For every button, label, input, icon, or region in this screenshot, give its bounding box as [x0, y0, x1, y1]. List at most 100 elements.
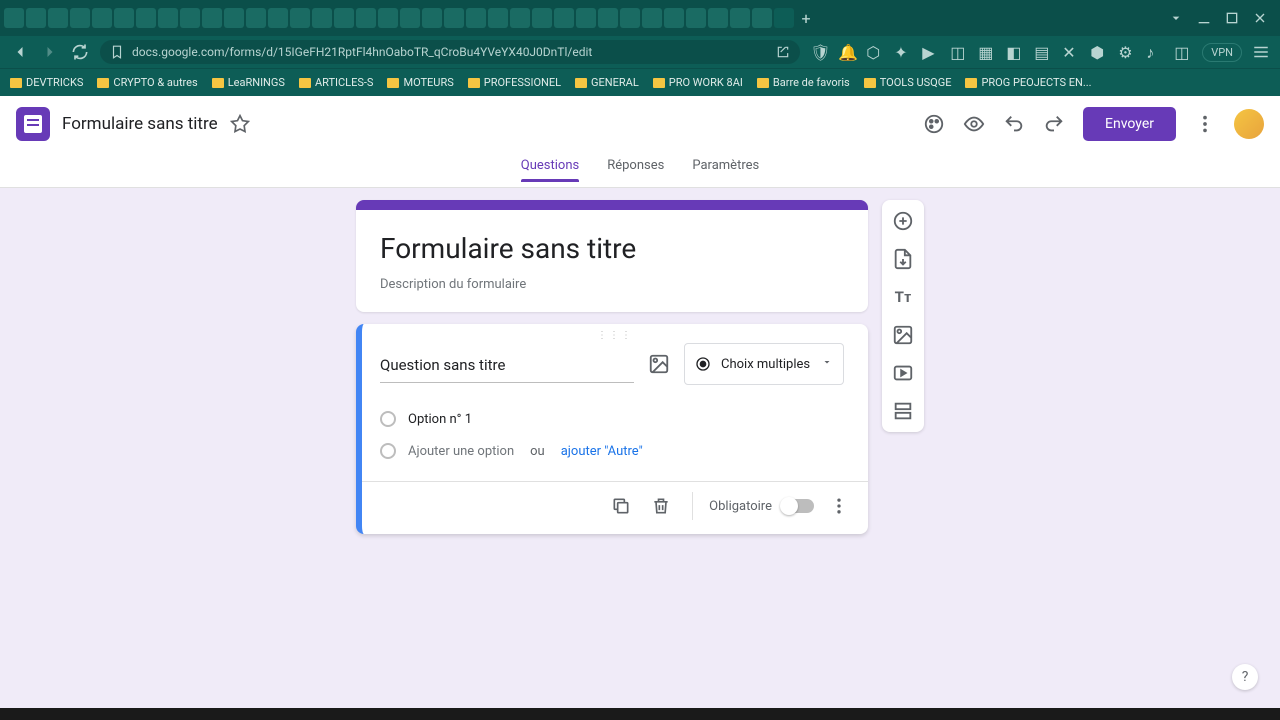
- share-icon[interactable]: [776, 45, 790, 59]
- browser-tab[interactable]: [708, 8, 728, 28]
- browser-tab[interactable]: [312, 8, 332, 28]
- form-title-card[interactable]: Formulaire sans titre Description du for…: [356, 200, 868, 312]
- vpn-badge[interactable]: VPN: [1202, 43, 1242, 62]
- browser-tab[interactable]: [466, 8, 486, 28]
- browser-tab[interactable]: [664, 8, 684, 28]
- extension-icon[interactable]: ◫: [950, 43, 968, 61]
- option-row[interactable]: Option n° 1: [380, 403, 844, 435]
- question-title-input[interactable]: [380, 346, 634, 383]
- browser-tab[interactable]: [70, 8, 90, 28]
- browser-tab[interactable]: [532, 8, 552, 28]
- add-option-button[interactable]: Ajouter une option: [408, 444, 514, 459]
- browser-tab[interactable]: [576, 8, 596, 28]
- form-description[interactable]: Description du formulaire: [380, 277, 844, 292]
- browser-tab[interactable]: [510, 8, 530, 28]
- browser-tab[interactable]: [158, 8, 178, 28]
- browser-tab[interactable]: [642, 8, 662, 28]
- browser-tab[interactable]: [488, 8, 508, 28]
- star-icon[interactable]: [230, 114, 250, 134]
- doc-title[interactable]: Formulaire sans titre: [62, 114, 218, 134]
- back-button[interactable]: [10, 42, 30, 62]
- browser-tab[interactable]: [48, 8, 68, 28]
- bookmark-folder[interactable]: CRYPTO & autres: [97, 76, 197, 89]
- new-tab-button[interactable]: +: [796, 8, 816, 28]
- browser-tab-active[interactable]: [774, 8, 794, 28]
- browser-tab[interactable]: [620, 8, 640, 28]
- bookmark-folder[interactable]: DEVTRICKS: [10, 76, 83, 89]
- browser-tab[interactable]: [752, 8, 772, 28]
- tabs-dropdown-icon[interactable]: [1168, 10, 1184, 26]
- preview-icon[interactable]: [963, 113, 985, 135]
- extension-icon[interactable]: ✦: [894, 43, 912, 61]
- extension-icon[interactable]: ▤: [1034, 43, 1052, 61]
- browser-tab[interactable]: [114, 8, 134, 28]
- extension-icon[interactable]: ▶: [922, 43, 940, 61]
- required-toggle[interactable]: [782, 499, 814, 513]
- add-image-icon[interactable]: [892, 324, 914, 346]
- add-question-icon[interactable]: [892, 210, 914, 232]
- forms-logo-icon[interactable]: [16, 107, 50, 141]
- browser-tab[interactable]: [686, 8, 706, 28]
- bookmark-folder[interactable]: LeaRNINGS: [212, 76, 285, 89]
- send-button[interactable]: Envoyer: [1083, 107, 1176, 141]
- browser-tab[interactable]: [26, 8, 46, 28]
- help-button[interactable]: ?: [1232, 664, 1258, 690]
- browser-tab[interactable]: [268, 8, 288, 28]
- extension-icon[interactable]: ⚙: [1118, 43, 1136, 61]
- bookmark-page-icon[interactable]: [110, 45, 124, 59]
- add-video-icon[interactable]: [892, 362, 914, 384]
- extension-icon[interactable]: ✕: [1062, 43, 1080, 61]
- url-input[interactable]: docs.google.com/forms/d/15IGeFH21RptFl4h…: [100, 40, 800, 64]
- extension-icon[interactable]: 🛡: [810, 43, 828, 61]
- bookmark-folder[interactable]: ARTICLES-S: [299, 76, 374, 89]
- bookmark-folder[interactable]: PROG PEOJECTS EN...: [965, 76, 1091, 89]
- tab-settings[interactable]: Paramètres: [692, 158, 759, 181]
- extension-icon[interactable]: ◫: [1174, 43, 1192, 61]
- reload-button[interactable]: [70, 42, 90, 62]
- window-minimize-icon[interactable]: [1196, 10, 1212, 26]
- browser-tab[interactable]: [334, 8, 354, 28]
- extension-icon[interactable]: ♪: [1146, 43, 1164, 61]
- browser-tab[interactable]: [224, 8, 244, 28]
- add-title-icon[interactable]: Tᴛ: [892, 286, 914, 308]
- extension-icon[interactable]: ⬢: [1090, 43, 1108, 61]
- extension-icon[interactable]: ◧: [1006, 43, 1024, 61]
- browser-tab[interactable]: [598, 8, 618, 28]
- palette-icon[interactable]: [923, 113, 945, 135]
- import-questions-icon[interactable]: [892, 248, 914, 270]
- browser-tab[interactable]: [202, 8, 222, 28]
- extension-icon[interactable]: ⬡: [866, 43, 884, 61]
- browser-tab[interactable]: [246, 8, 266, 28]
- bookmark-folder[interactable]: PRO WORK 8AI: [653, 76, 743, 89]
- drag-handle-icon[interactable]: ⋮⋮⋮: [362, 324, 868, 343]
- add-section-icon[interactable]: [892, 400, 914, 422]
- more-vert-icon[interactable]: [1194, 113, 1216, 135]
- window-maximize-icon[interactable]: [1224, 10, 1240, 26]
- menu-icon[interactable]: [1252, 43, 1270, 61]
- browser-tab[interactable]: [730, 8, 750, 28]
- browser-tab[interactable]: [290, 8, 310, 28]
- bookmark-folder[interactable]: TOOLS USQGE: [864, 76, 952, 89]
- browser-tab[interactable]: [400, 8, 420, 28]
- delete-icon[interactable]: [651, 496, 671, 516]
- bookmark-folder[interactable]: Barre de favoris: [757, 76, 850, 89]
- bookmark-folder[interactable]: PROFESSIONEL: [468, 76, 561, 89]
- browser-tab[interactable]: [378, 8, 398, 28]
- undo-icon[interactable]: [1003, 113, 1025, 135]
- browser-tab[interactable]: [136, 8, 156, 28]
- browser-tab[interactable]: [422, 8, 442, 28]
- form-title[interactable]: Formulaire sans titre: [380, 232, 844, 265]
- more-vert-icon[interactable]: [829, 496, 849, 516]
- browser-tab[interactable]: [554, 8, 574, 28]
- tab-responses[interactable]: Réponses: [607, 158, 664, 181]
- browser-tab[interactable]: [180, 8, 200, 28]
- window-close-icon[interactable]: [1252, 10, 1268, 26]
- windows-taskbar[interactable]: [0, 708, 1280, 720]
- browser-tab[interactable]: [4, 8, 24, 28]
- redo-icon[interactable]: [1043, 113, 1065, 135]
- forward-button[interactable]: [40, 42, 60, 62]
- question-type-select[interactable]: Choix multiples: [684, 343, 844, 385]
- bookmark-folder[interactable]: GENERAL: [575, 76, 639, 89]
- duplicate-icon[interactable]: [611, 496, 631, 516]
- browser-tab[interactable]: [92, 8, 112, 28]
